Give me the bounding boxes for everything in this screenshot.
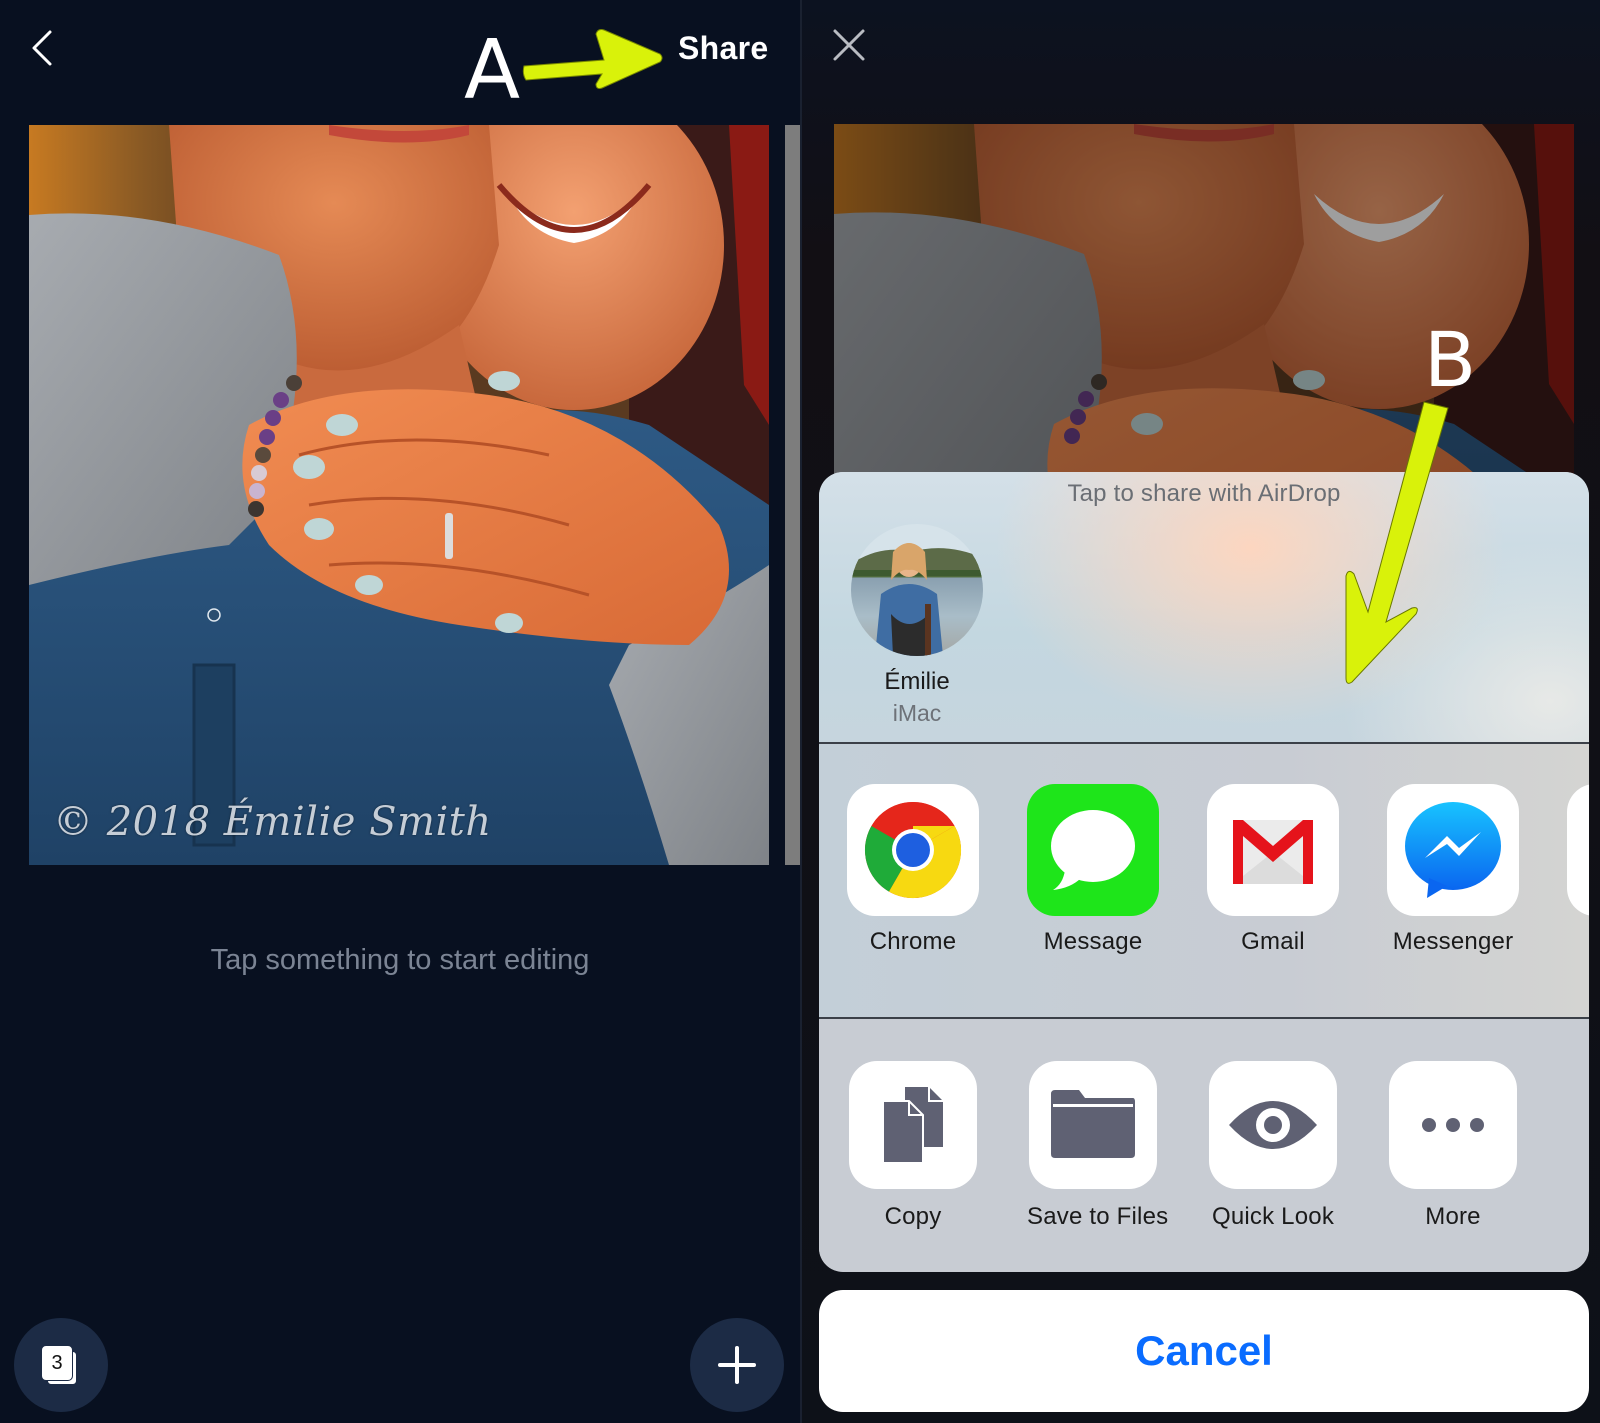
pages-button[interactable]: 3 xyxy=(14,1318,108,1412)
share-button[interactable]: Share xyxy=(678,28,768,68)
add-button[interactable] xyxy=(690,1318,784,1412)
action-quick-look[interactable]: Quick Look xyxy=(1207,1019,1339,1264)
couple-photo xyxy=(29,125,769,865)
close-button[interactable] xyxy=(832,28,866,62)
share-app-label: Message xyxy=(1043,928,1143,955)
annotation-label-a: A xyxy=(464,23,521,118)
share-app-label: Gmail xyxy=(1241,928,1305,955)
action-label: Copy xyxy=(884,1203,942,1230)
pages-stack-icon: 3 xyxy=(41,1345,81,1386)
airdrop-section: Tap to share with AirDrop Émilie iMac xyxy=(819,472,1589,742)
chevron-left-icon xyxy=(32,30,52,66)
gmail-icon xyxy=(1233,820,1313,884)
share-sheet: Tap to share with AirDrop Émilie iMac Ch… xyxy=(819,472,1589,1272)
messages-icon xyxy=(1051,810,1135,890)
airdrop-title: Tap to share with AirDrop xyxy=(1067,480,1341,507)
annotation-label-b: B xyxy=(1424,315,1477,404)
contact-name: Émilie xyxy=(884,668,950,695)
photo-watermark: © 2018 Émilie Smith xyxy=(53,799,492,845)
pages-count: 3 xyxy=(41,1345,73,1381)
cancel-button[interactable]: Cancel xyxy=(819,1290,1589,1412)
airdrop-contact-emilie[interactable]: Émilie iMac xyxy=(847,524,987,727)
folder-icon xyxy=(1051,1090,1135,1158)
action-copy[interactable]: Copy xyxy=(847,1019,979,1264)
scroll-indicator[interactable] xyxy=(785,125,801,865)
share-actions-row[interactable]: Copy Save to Files Quick Look More xyxy=(819,1019,1589,1264)
share-app-messenger[interactable]: Messenger xyxy=(1387,744,1519,1017)
partially-visible-app-icon xyxy=(1583,800,1589,900)
editor-screen: Share © 2018 Émilie Smith Tap something … xyxy=(0,0,801,1423)
avatar xyxy=(851,524,983,656)
messenger-icon xyxy=(1405,802,1501,898)
back-button[interactable] xyxy=(24,24,60,72)
copy-icon xyxy=(882,1087,943,1164)
contact-device: iMac xyxy=(892,700,942,726)
share-app-partial[interactable] xyxy=(1567,744,1589,1017)
action-save-to-files[interactable]: Save to Files xyxy=(1027,1019,1169,1264)
editing-hint: Tap something to start editing xyxy=(210,944,590,976)
share-app-label: Chrome xyxy=(869,928,957,955)
share-app-label: Messenger xyxy=(1392,928,1514,955)
action-label: More xyxy=(1425,1203,1481,1230)
action-label: Quick Look xyxy=(1211,1203,1335,1230)
chrome-icon xyxy=(864,801,962,899)
action-label: Save to Files xyxy=(1027,1203,1169,1230)
close-icon xyxy=(833,29,865,61)
share-app-gmail[interactable]: Gmail xyxy=(1207,744,1339,1017)
more-icon xyxy=(1422,1118,1484,1132)
photo-canvas[interactable]: © 2018 Émilie Smith xyxy=(29,125,769,865)
share-app-message[interactable]: Message xyxy=(1027,744,1159,1017)
couple-photo xyxy=(834,124,1574,474)
plus-icon xyxy=(718,1346,756,1384)
eye-icon xyxy=(1229,1101,1317,1149)
action-more[interactable]: More xyxy=(1387,1019,1519,1264)
photo-preview-dimmed xyxy=(834,124,1574,474)
share-apps-row[interactable]: Chrome Message Gmail Messenger xyxy=(819,744,1589,1017)
share-app-chrome[interactable]: Chrome xyxy=(847,744,979,1017)
